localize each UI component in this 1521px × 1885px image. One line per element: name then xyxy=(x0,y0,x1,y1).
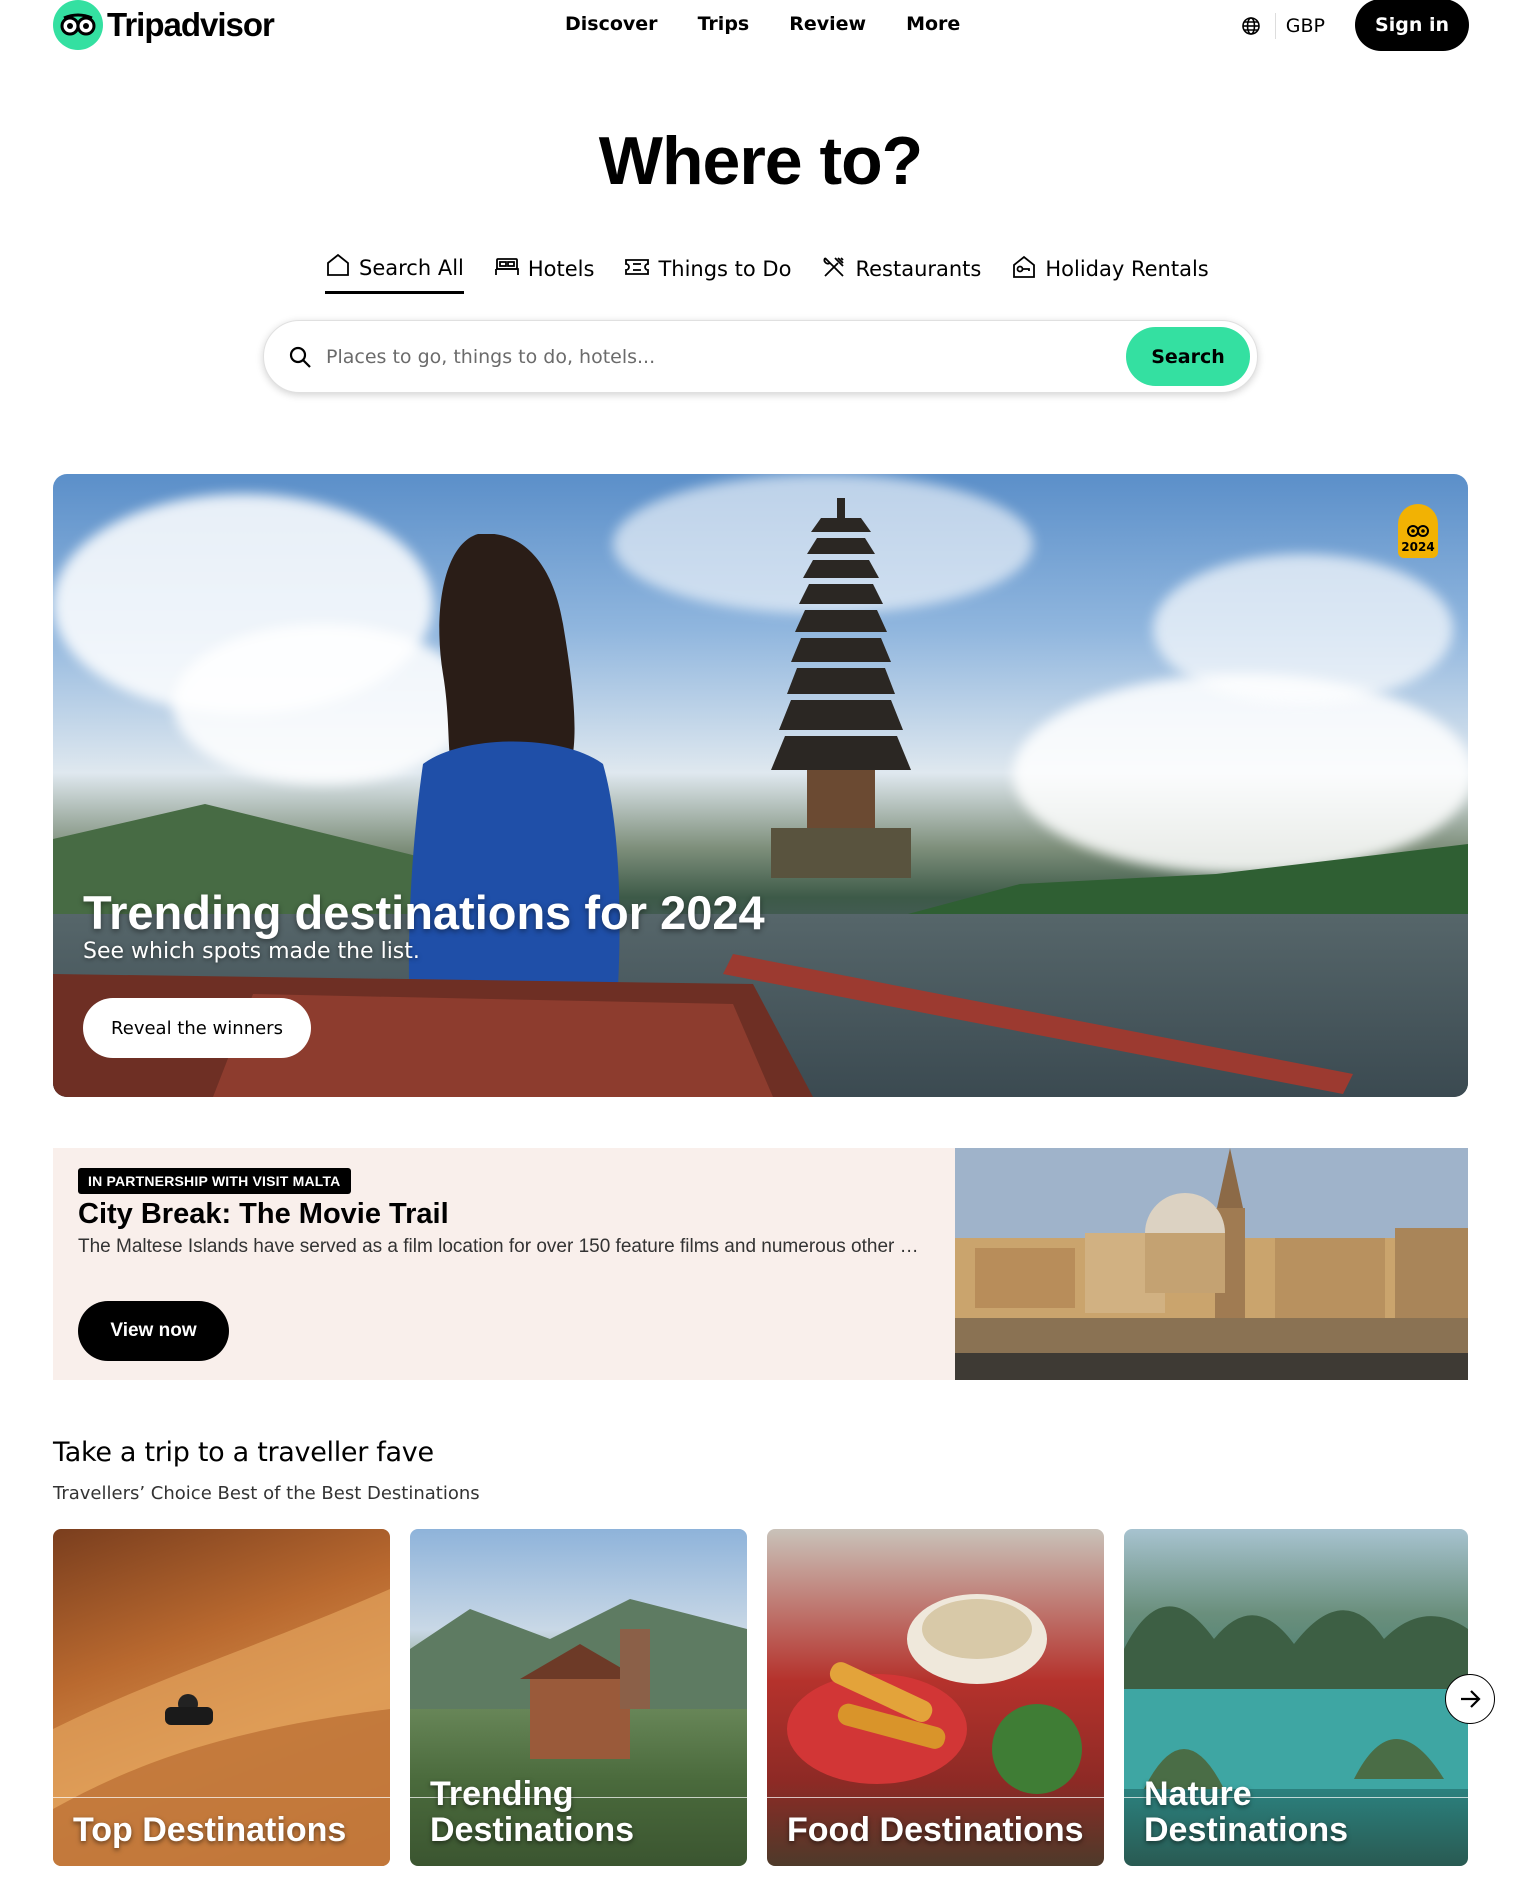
section-title: Take a trip to a traveller fave xyxy=(53,1437,434,1468)
tab-label: Search All xyxy=(359,255,464,280)
nav-more[interactable]: More xyxy=(906,10,960,38)
owl-logo-icon xyxy=(53,0,103,50)
partnership-card[interactable]: IN PARTNERSHIP WITH VISIT MALTA City Bre… xyxy=(53,1148,1468,1380)
search-button[interactable]: Search xyxy=(1126,327,1250,386)
utensils-icon xyxy=(821,254,855,285)
home-icon xyxy=(325,252,359,283)
card-nature-destinations[interactable]: Nature Destinations xyxy=(1124,1529,1468,1866)
card-label: Food Destinations xyxy=(787,1811,1084,1849)
card-label: Top Destinations xyxy=(73,1811,347,1849)
tab-search-all[interactable]: Search All xyxy=(325,252,464,294)
tab-label: Hotels xyxy=(527,257,595,281)
view-now-button[interactable]: View now xyxy=(78,1301,229,1361)
card-divider xyxy=(53,1797,390,1798)
reveal-winners-button[interactable]: Reveal the winners xyxy=(83,998,311,1058)
site-header: Tripadvisor Discover Trips Review More G… xyxy=(0,0,1521,62)
search-input[interactable] xyxy=(326,345,1126,368)
tripadvisor-logo[interactable]: Tripadvisor xyxy=(53,0,275,50)
nav-discover[interactable]: Discover xyxy=(565,10,658,38)
bed-icon xyxy=(494,256,528,283)
award-year: 2024 xyxy=(1401,540,1435,554)
banner-title: Trending destinations for 2024 xyxy=(83,886,765,939)
arrow-right-icon xyxy=(1461,1690,1481,1708)
search-tabs: Search All Hotels Things to Do Restauran… xyxy=(325,252,1209,294)
header-divider xyxy=(1274,13,1276,39)
card-top-destinations[interactable]: Top Destinations xyxy=(53,1529,390,1866)
owl-icon xyxy=(1407,525,1429,537)
nav-trips[interactable]: Trips xyxy=(698,10,750,38)
card-trending-destinations[interactable]: Trending Destinations xyxy=(410,1529,747,1866)
valletta-skyline-image xyxy=(955,1148,1468,1380)
partnership-title: City Break: The Movie Trail xyxy=(78,1198,449,1230)
search-bar: Search xyxy=(263,320,1258,393)
header-actions: GBP Sign in xyxy=(1239,0,1469,52)
cloud-shape xyxy=(1153,554,1453,704)
card-divider xyxy=(767,1797,1104,1798)
trending-banner[interactable]: 2024 Trending destinations for 2024 See … xyxy=(53,474,1468,1097)
tab-hotels[interactable]: Hotels xyxy=(494,256,595,291)
section-subtitle: Travellers’ Choice Best of the Best Dest… xyxy=(53,1483,480,1504)
globe-icon[interactable] xyxy=(1239,14,1263,38)
sign-in-button[interactable]: Sign in xyxy=(1355,0,1469,51)
tab-holiday-rentals[interactable]: Holiday Rentals xyxy=(1011,254,1209,293)
card-label: Trending Destinations xyxy=(430,1775,635,1849)
main-nav: Discover Trips Review More xyxy=(565,10,1000,38)
tab-label: Holiday Rentals xyxy=(1045,257,1209,281)
ticket-icon xyxy=(624,256,658,283)
search-icon xyxy=(286,343,314,371)
banner-subtitle: See which spots made the list. xyxy=(83,939,420,964)
brand-name: Tripadvisor xyxy=(107,6,275,43)
partnership-description: The Maltese Islands have served as a fil… xyxy=(78,1236,928,1257)
nav-review[interactable]: Review xyxy=(789,10,866,38)
cloud-shape xyxy=(1013,674,1468,874)
travellers-choice-award-icon: 2024 xyxy=(1398,504,1438,558)
page-title: Where to? xyxy=(598,123,923,199)
tab-label: Things to Do xyxy=(658,257,792,281)
pagoda-image xyxy=(771,498,911,878)
tab-restaurants[interactable]: Restaurants xyxy=(821,254,981,293)
destination-carousel: Top Destinations Trending Destinations F… xyxy=(53,1529,1468,1866)
carousel-next-button[interactable] xyxy=(1445,1674,1495,1724)
tab-things-to-do[interactable]: Things to Do xyxy=(624,256,791,291)
card-food-destinations[interactable]: Food Destinations xyxy=(767,1529,1104,1866)
card-label: Nature Destinations xyxy=(1144,1775,1349,1849)
house-key-icon xyxy=(1011,254,1045,285)
currency-selector[interactable]: GBP xyxy=(1286,15,1325,37)
tab-label: Restaurants xyxy=(855,257,982,281)
partnership-tag: IN PARTNERSHIP WITH VISIT MALTA xyxy=(78,1168,351,1194)
